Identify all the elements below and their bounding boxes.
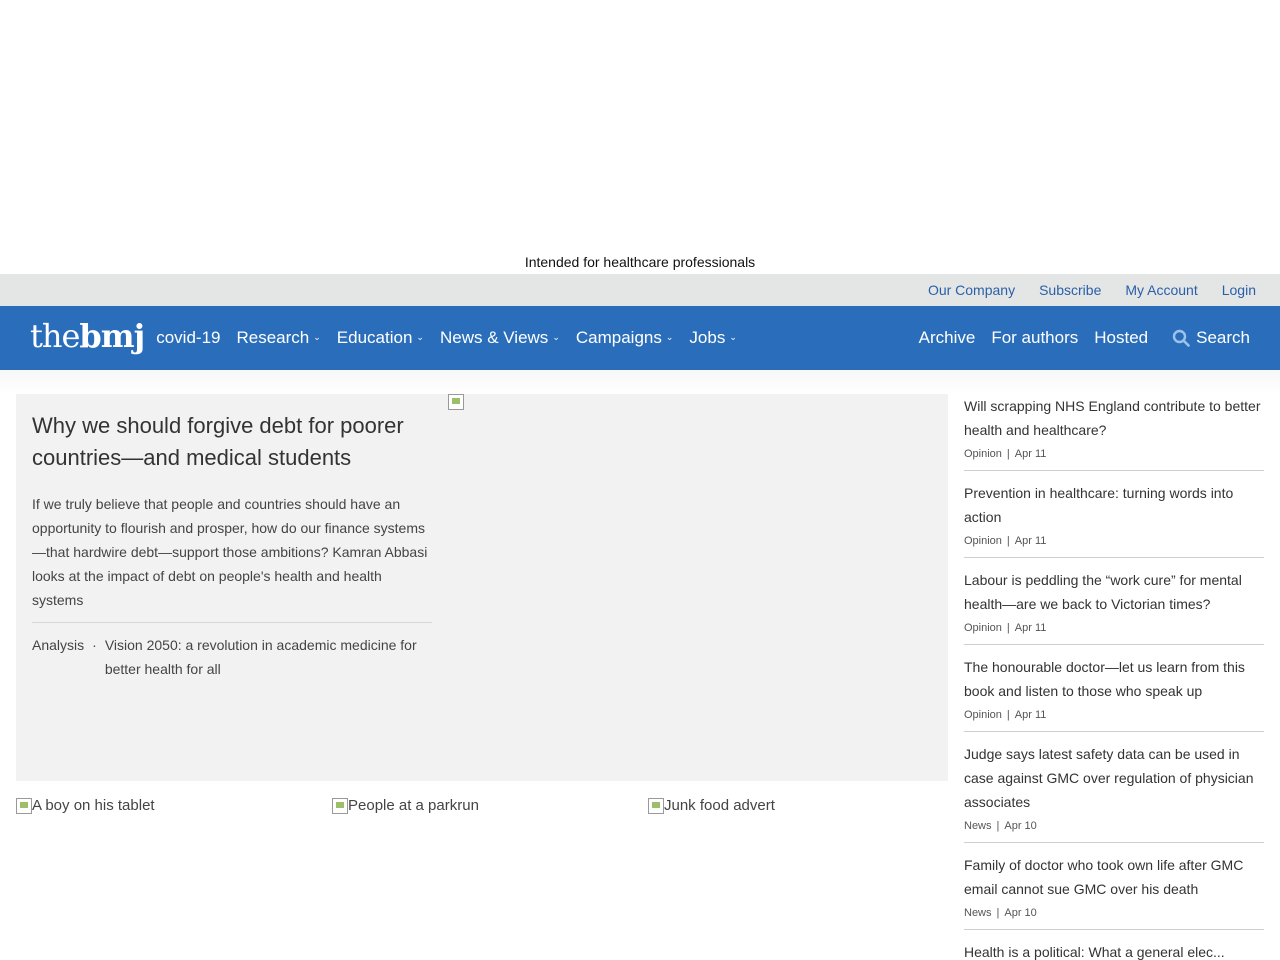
feature-card: Why we should forgive debt for poorer co…: [16, 394, 948, 781]
logo-the: the: [30, 317, 80, 355]
meta-separator: |: [1006, 448, 1010, 460]
thumbnail-alt-text: People at a parkrun: [348, 797, 479, 814]
logo-bmj: bmj: [79, 317, 145, 355]
article-title: Judge says latest safety data can be use…: [964, 746, 1254, 810]
nav-item-campaigns[interactable]: Campaigns ⌄: [576, 328, 674, 348]
broken-image-icon: [648, 797, 664, 814]
thumbnail-parkrun[interactable]: People at a parkrun: [332, 797, 648, 814]
article-type: Opinion: [964, 622, 1002, 634]
meta-separator: ·: [92, 637, 97, 653]
article-meta: Opinion | Apr 11: [964, 535, 1264, 547]
article-meta: Opinion | Apr 11: [964, 709, 1264, 721]
nav-item-archive[interactable]: Archive: [919, 328, 976, 348]
meta-separator: |: [1006, 709, 1010, 721]
article-type: Opinion: [964, 709, 1002, 721]
meta-separator: |: [1006, 622, 1010, 634]
list-item[interactable]: Will scrapping NHS England contribute to…: [964, 394, 1264, 471]
nav-item-jobs[interactable]: Jobs ⌄: [689, 328, 736, 348]
article-title: Labour is peddling the “work cure” for m…: [964, 572, 1242, 612]
latest-sidebar: Will scrapping NHS England contribute to…: [964, 394, 1264, 960]
chevron-down-icon: ⌄: [552, 331, 560, 342]
article-title: Prevention in healthcare: turning words …: [964, 485, 1234, 525]
nav-item-research[interactable]: Research ⌄: [236, 328, 320, 348]
thumbnail-alt-text: A boy on his tablet: [32, 797, 155, 814]
nav-shadow: [0, 370, 1280, 394]
article-date: Apr 11: [1014, 448, 1047, 460]
feature-meta: Analysis · Vision 2050: a revolution in …: [32, 633, 432, 681]
article-date: Apr 10: [1004, 820, 1037, 832]
feature-image[interactable]: [448, 394, 948, 781]
nav-label: Campaigns: [575, 328, 662, 347]
article-meta: Opinion | Apr 11: [964, 448, 1264, 460]
broken-image-icon: [16, 797, 32, 814]
nav-item-news-views[interactable]: News & Views ⌄: [440, 328, 560, 348]
nav-label: Research: [236, 328, 310, 347]
feature-text: Why we should forgive debt for poorer co…: [32, 410, 432, 681]
nav-item-hosted[interactable]: Hosted: [1094, 328, 1148, 348]
chevron-down-icon: ⌄: [729, 331, 737, 342]
chevron-down-icon: ⌄: [313, 331, 321, 342]
article-date: Apr 10: [1004, 907, 1037, 919]
article-date: Apr 11: [1014, 622, 1047, 634]
thumbnail-junk-food[interactable]: Junk food advert: [648, 797, 964, 814]
chevron-down-icon: ⌄: [665, 331, 674, 342]
nav-label: covid-19: [156, 328, 221, 347]
feature-title[interactable]: Why we should forgive debt for poorer co…: [32, 410, 432, 474]
search-button[interactable]: Search: [1172, 328, 1250, 348]
main-content: Why we should forgive debt for poorer co…: [0, 394, 1280, 960]
list-item[interactable]: Health is a political: What a general el…: [964, 940, 1264, 960]
search-label: Search: [1196, 328, 1250, 347]
nav-label: News & Views: [439, 328, 549, 347]
list-item[interactable]: Family of doctor who took own life after…: [964, 853, 1264, 930]
feature-summary: If we truly believe that people and coun…: [32, 492, 432, 623]
list-item[interactable]: Prevention in healthcare: turning words …: [964, 481, 1264, 558]
list-item[interactable]: Judge says latest safety data can be use…: [964, 742, 1264, 843]
article-type: Opinion: [964, 448, 1002, 460]
login-link[interactable]: Login: [1222, 282, 1256, 298]
article-type: News: [964, 820, 992, 832]
nav-label: Jobs: [689, 328, 726, 347]
audience-notice: Intended for healthcare professionals: [524, 254, 756, 270]
article-meta: Opinion | Apr 11: [964, 622, 1264, 634]
thumbnail-alt-text: Junk food advert: [664, 797, 775, 814]
article-date: Apr 11: [1014, 535, 1047, 547]
broken-image-icon: [448, 394, 464, 410]
thumbnail-boy-tablet[interactable]: A boy on his tablet: [16, 797, 332, 814]
bmj-logo[interactable]: the bmj: [30, 317, 145, 355]
list-item[interactable]: The honourable doctor—let us learn from …: [964, 655, 1264, 732]
nav-item-for-authors[interactable]: For authors: [991, 328, 1078, 348]
ad-space: [0, 0, 1280, 250]
meta-separator: |: [1006, 535, 1010, 547]
my-account-link[interactable]: My Account: [1125, 282, 1197, 298]
search-icon: [1172, 329, 1190, 347]
article-title: Will scrapping NHS England contribute to…: [964, 398, 1261, 438]
main-nav: the bmj covid-19 Research ⌄ Education ⌄ New…: [0, 306, 1280, 370]
nav-item-covid[interactable]: covid-19: [156, 328, 220, 348]
nav-label: Education: [336, 328, 413, 347]
nav-primary: covid-19 Research ⌄ Education ⌄ News & Vie…: [156, 328, 737, 348]
feature-category: Analysis: [32, 637, 85, 653]
subscribe-link[interactable]: Subscribe: [1039, 282, 1101, 298]
utility-bar: Our Company Subscribe My Account Login: [0, 274, 1280, 306]
article-meta: News | Apr 10: [964, 820, 1264, 832]
article-meta: News | Apr 10: [964, 907, 1264, 919]
nav-secondary: Archive For authors Hosted Search: [919, 328, 1250, 348]
related-article-link[interactable]: Vision 2050: a revolution in academic me…: [105, 633, 425, 681]
article-type: News: [964, 907, 992, 919]
article-title: The honourable doctor—let us learn from …: [964, 659, 1245, 699]
meta-separator: |: [996, 820, 1000, 832]
list-item[interactable]: Labour is peddling the “work cure” for m…: [964, 568, 1264, 645]
nav-item-education[interactable]: Education ⌄: [337, 328, 424, 348]
broken-image-icon: [332, 797, 348, 814]
thumbnail-row: A boy on his tablet People at a parkrun …: [16, 797, 964, 814]
our-company-link[interactable]: Our Company: [928, 282, 1015, 298]
article-title: Family of doctor who took own life after…: [964, 857, 1244, 897]
meta-separator: |: [996, 907, 1000, 919]
article-title: Health is a political: What a general el…: [964, 944, 1225, 960]
article-type: Opinion: [964, 535, 1002, 547]
chevron-down-icon: ⌄: [416, 331, 424, 342]
article-date: Apr 11: [1014, 709, 1047, 721]
